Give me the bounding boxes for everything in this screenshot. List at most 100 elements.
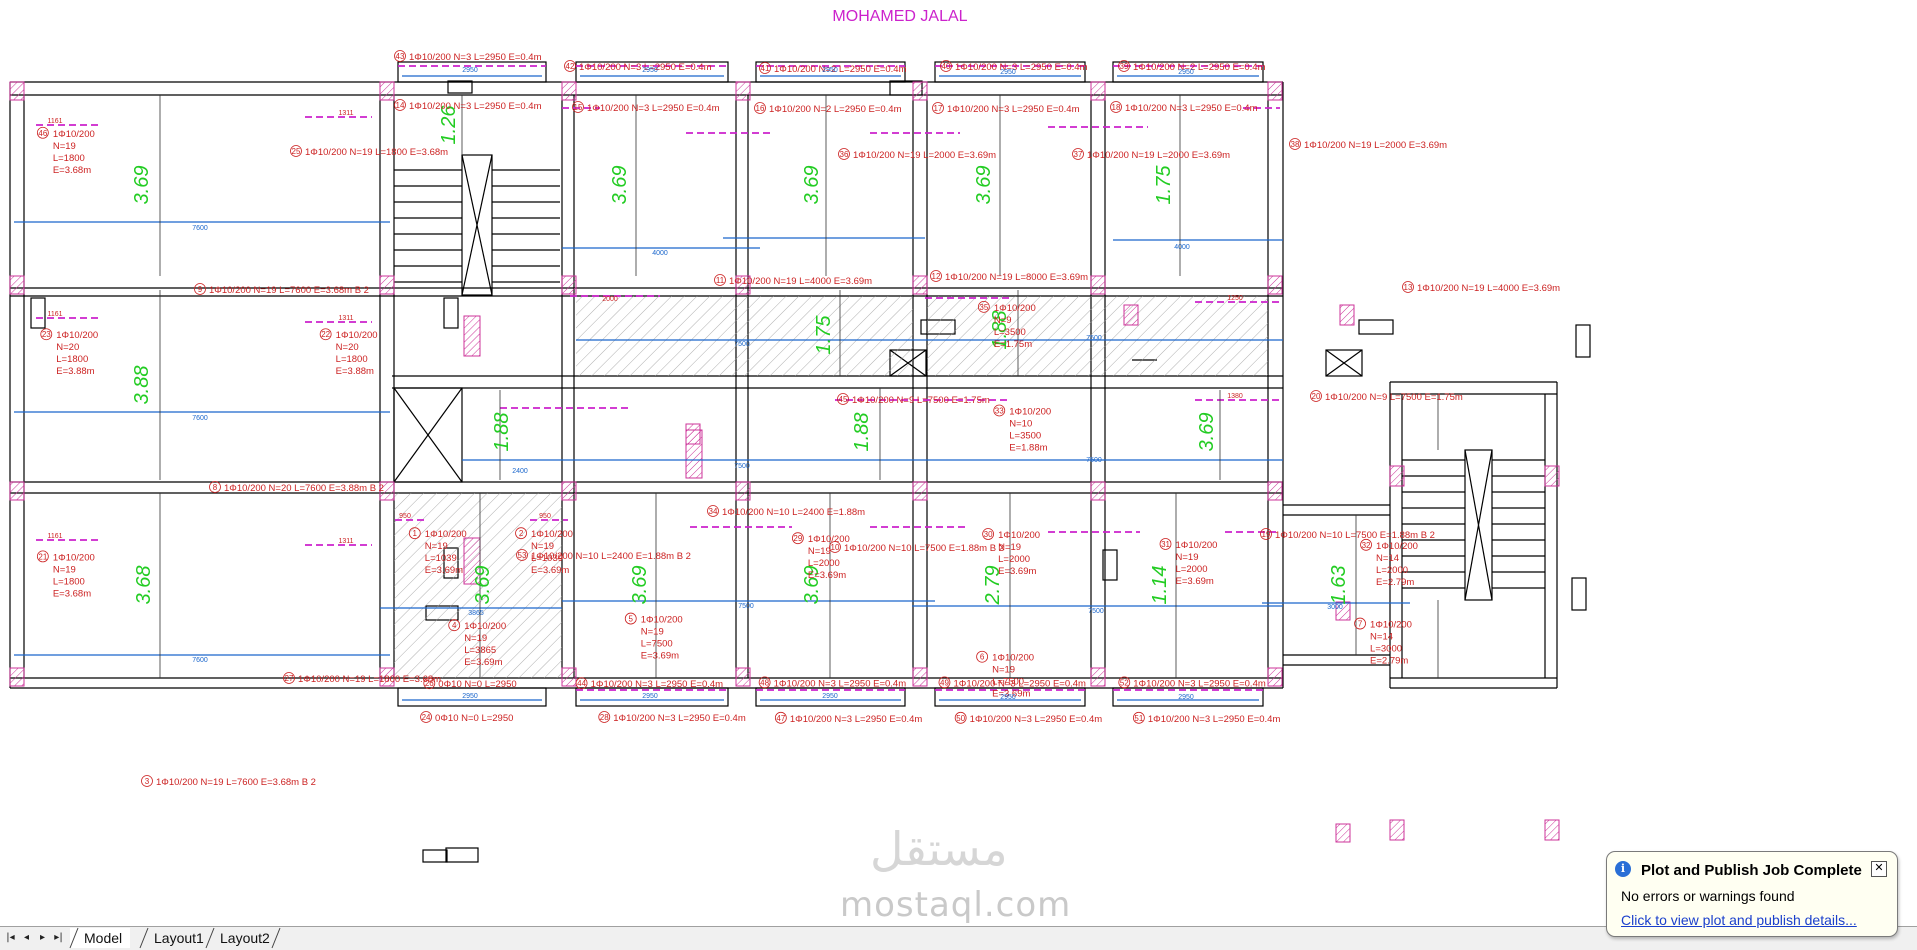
bar-mark-number: 35	[979, 303, 988, 312]
plot-publish-notification[interactable]: i Plot and Publish Job Complete ✕ No err…	[1606, 851, 1898, 937]
bar-mark-number: 36	[840, 150, 849, 159]
small-dimension-label: 950	[539, 513, 551, 520]
bar-label: 1Φ10/200 N=3 L=2950 E=0.4m	[409, 101, 542, 112]
bar-block-line: L=2000	[808, 558, 840, 569]
prev-layout-icon[interactable]: ◂	[20, 931, 33, 945]
column	[1090, 81, 1106, 101]
small-dimension-label: 2950	[1000, 69, 1016, 76]
bar-label: 1Φ10/200 N=3 L=2950 E=0.4m	[970, 714, 1103, 725]
bar-mark-number: 47	[776, 714, 785, 723]
small-dimension-label: 1311	[338, 538, 353, 545]
bar-mark-number: 43	[396, 52, 405, 61]
span-dimension-label: 3.68	[133, 566, 155, 605]
bar-label: 1Φ10/200 N=3 L=2950 E=0.4m	[409, 52, 542, 63]
bar-label: 1Φ10/200 N=2 L=2950 E=0.4m	[774, 64, 907, 75]
bar-block-line: L=1800	[56, 354, 88, 365]
watermark-logo: مستقل	[870, 822, 1008, 876]
column	[561, 667, 577, 687]
opening	[1571, 577, 1587, 611]
small-dimension-label: 3000	[1327, 604, 1343, 611]
bar-mark-number: 11	[716, 276, 725, 285]
small-dimension-label: 2950	[822, 67, 838, 74]
column	[1267, 667, 1283, 687]
bar-block-line: N=14	[1376, 553, 1399, 564]
bar-label: 1Φ10/200 N=19 L=1800 E=3.68m	[298, 674, 441, 685]
bar-label: 1Φ10/200 N=10 L=7500 E=1.88m B 2	[1275, 530, 1435, 541]
first-layout-icon[interactable]: |◂	[4, 931, 17, 945]
bar-mark-number: 45	[839, 395, 848, 404]
bar-block-line: 1Φ10/200	[1376, 541, 1418, 552]
model-space-canvas[interactable]: 3.69 3.88 3.68 1.26 3.69 3.69 3.69 1.75 1.75 1.88…	[0, 0, 1917, 926]
small-dimension-label: 1311	[338, 315, 353, 322]
bar-mark-number: 27	[285, 674, 294, 683]
column	[1123, 304, 1139, 326]
next-layout-icon[interactable]: ▸	[36, 931, 49, 945]
span-dimension-label: 3.88	[131, 366, 153, 405]
small-dimension-label: 1250	[1227, 295, 1243, 302]
opening	[445, 847, 479, 863]
bar-label: 1Φ10/200 N=19 L=1800 E=3.68m	[305, 147, 448, 158]
small-dimension-label: 7500	[1088, 608, 1104, 615]
bar-mark-number: 41	[761, 64, 770, 73]
column	[685, 429, 703, 479]
bar-mark-number: 6	[980, 653, 985, 662]
bar-block-line: N=14	[1370, 632, 1393, 643]
bar-mark-number: 38	[1291, 140, 1300, 149]
bar-mark-number: 30	[984, 530, 993, 539]
column	[735, 667, 751, 687]
bar-block-line: 1Φ10/200	[464, 621, 506, 632]
bar-mark-number: 50	[956, 714, 965, 723]
bar-mark-number: 49	[940, 678, 949, 687]
last-layout-icon[interactable]: ▸|	[52, 931, 65, 945]
bar-mark-number: 37	[1074, 150, 1083, 159]
bar-label: 1Φ10/200 N=3 L=2950 E=0.4m	[947, 104, 1080, 115]
small-dimension-label: 1161	[47, 311, 62, 318]
bar-mark-number: 52	[1120, 678, 1129, 687]
small-dimension-label: 7500	[1086, 335, 1102, 342]
small-dimension-label: 7500	[734, 463, 750, 470]
info-icon: i	[1615, 861, 1631, 877]
bar-block-line: L=3500	[994, 327, 1026, 338]
bar-label: 1Φ10/200 N=19 L=2000 E=3.69m	[1304, 140, 1447, 151]
column	[1335, 823, 1351, 843]
bar-label: 1Φ10/200 N=3 L=2950 E=0.4m	[955, 62, 1088, 73]
bar-label: 1Φ10/200 N=10 L=7500 E=1.88m B 2	[844, 543, 1004, 554]
bar-label: 1Φ10/200 N=20 L=7600 E=3.88m B 2	[224, 483, 384, 494]
bar-block-line: N=19	[641, 627, 664, 638]
view-details-link[interactable]: Click to view plot and publish details..…	[1621, 912, 1857, 928]
bar-mark-number: 19	[1262, 530, 1271, 539]
bar-block-line: E=2.79m	[1370, 656, 1408, 667]
bar-block-line: E=1.88m	[1009, 443, 1047, 454]
bar-block-line: 1Φ10/200	[336, 330, 378, 341]
bar-label: 1Φ10/200 N=19 L=4000 E=3.69m	[729, 276, 872, 287]
bar-block-line: E=3.69m	[531, 565, 569, 576]
bar-block-line: N=9	[994, 315, 1012, 326]
bar-mark-number: 33	[995, 407, 1004, 416]
bar-mark-number: 16	[756, 104, 765, 113]
bar-block-line: 1Φ10/200	[425, 529, 467, 540]
bar-block-line: L=1800	[53, 576, 85, 587]
bar-block-line: E=1.75m	[994, 339, 1032, 350]
bar-mark-number: 21	[38, 552, 47, 561]
close-icon[interactable]: ✕	[1871, 861, 1887, 877]
bar-block-line: N=19	[425, 541, 448, 552]
column	[912, 481, 928, 501]
small-dimension-label: 2400	[512, 468, 528, 475]
bar-block-line: E=3.88m	[56, 366, 94, 377]
bar-block-line: E=3.88m	[336, 366, 374, 377]
span-dimension-label: 1.63	[1328, 566, 1350, 605]
small-dimension-label: 1161	[47, 118, 62, 125]
small-dimension-label: 2950	[462, 67, 478, 74]
column	[735, 481, 751, 501]
bar-block-line: 1Φ10/200	[994, 303, 1036, 314]
span-dimension-label: 3.69	[973, 166, 995, 205]
small-dimension-label: 2950	[822, 693, 838, 700]
opening	[1575, 324, 1591, 358]
bar-block-line: L=1039	[531, 553, 563, 564]
small-dimension-label: 2950	[1178, 694, 1194, 701]
bar-label: 1Φ10/200 N=3 L=2950 E=0.4m	[591, 679, 724, 690]
column	[561, 481, 577, 501]
bar-mark-number: 39	[1120, 62, 1129, 71]
column	[1267, 481, 1283, 501]
bar-mark-number: 4	[452, 621, 457, 630]
